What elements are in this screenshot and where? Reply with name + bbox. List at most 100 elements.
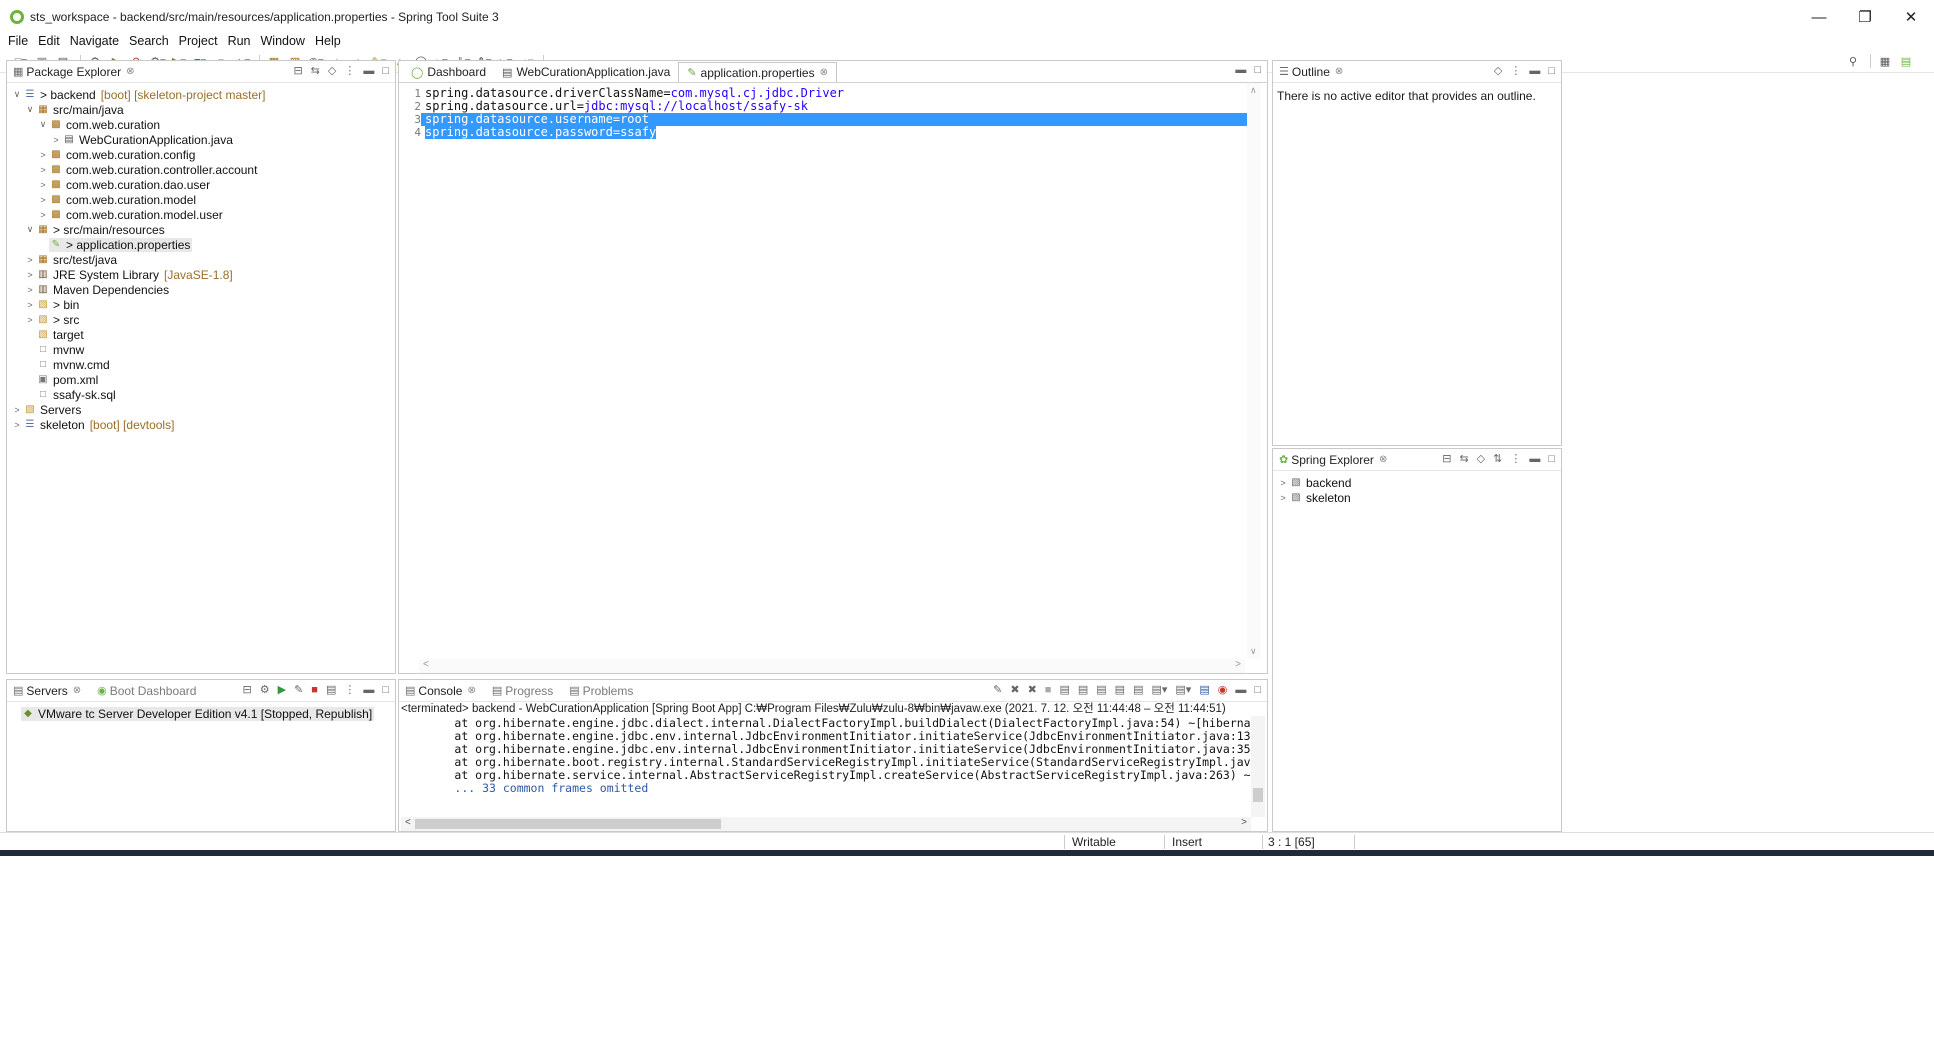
expand-icon[interactable]: >: [24, 285, 36, 295]
scroll-lock-icon[interactable]: ▤: [1078, 683, 1088, 696]
expand-icon[interactable]: >: [37, 150, 49, 160]
spring-perspective-icon[interactable]: ▤: [1897, 54, 1915, 68]
maximize-view-icon[interactable]: □: [382, 684, 389, 696]
tree-item[interactable]: > ▥ JRE System Library [JavaSE-1.8]: [7, 267, 395, 282]
tree-item[interactable]: > ▩ com.web.curation.dao.user: [7, 177, 395, 192]
maximize-view-icon[interactable]: □: [382, 65, 389, 77]
view-menu-icon[interactable]: ⋮: [1510, 452, 1521, 465]
scroll-up-icon[interactable]: ∧: [1250, 85, 1257, 96]
tree-item[interactable]: > ▥ Maven Dependencies: [7, 282, 395, 297]
tree-item[interactable]: > ▦ src/test/java: [7, 252, 395, 267]
tab-console[interactable]: ▤ Console ⊗: [405, 684, 476, 698]
tree-item[interactable]: ∨ ▩ com.web.curation: [7, 117, 395, 132]
sort-icon[interactable]: ⇅: [1493, 452, 1502, 465]
collapse-all-icon[interactable]: ⊟: [293, 64, 302, 77]
tree-item[interactable]: > ☰ skeleton [boot] [devtools]: [7, 417, 395, 432]
scroll-down-icon[interactable]: ∨: [1250, 646, 1257, 657]
tab-webcuration-java[interactable]: ▤ WebCurationApplication.java: [494, 62, 678, 82]
maximize-view-icon[interactable]: □: [1548, 65, 1555, 77]
tree-item[interactable]: > ▩ com.web.curation.model.user: [7, 207, 395, 222]
editor-vertical-scrollbar[interactable]: ∧ ∨: [1247, 83, 1261, 659]
debug-server-icon[interactable]: ⚙: [260, 683, 270, 696]
spring-item-skeleton[interactable]: > ▧ skeleton: [1273, 490, 1561, 505]
show-on-output-icon[interactable]: ▤: [1115, 683, 1125, 696]
view-menu-icon[interactable]: ⋮: [344, 683, 355, 696]
open-perspective-icon[interactable]: ▦: [1876, 54, 1894, 68]
minimize-view-icon[interactable]: ▬: [1235, 684, 1246, 696]
expand-icon[interactable]: >: [24, 300, 36, 310]
close-icon[interactable]: ⊗: [126, 66, 134, 77]
menu-edit[interactable]: Edit: [38, 34, 60, 48]
tab-dashboard[interactable]: ◯ Dashboard: [403, 62, 494, 82]
close-button[interactable]: ✕: [1888, 0, 1934, 34]
tree-item[interactable]: > ▤ WebCurationApplication.java: [7, 132, 395, 147]
profile-server-icon[interactable]: ✎: [294, 683, 303, 696]
collapse-icon[interactable]: ⊟: [243, 683, 252, 696]
minimize-view-icon[interactable]: ▬: [1235, 64, 1246, 76]
tab-boot-dashboard[interactable]: ◉ Boot Dashboard: [97, 684, 196, 698]
server-row[interactable]: ◆ VMware tc Server Developer Edition v4.…: [7, 706, 395, 721]
minimize-view-icon[interactable]: ▬: [363, 684, 374, 696]
code-area[interactable]: 1 spring.datasource.driverClassName= com.…: [409, 87, 1247, 139]
tree-item[interactable]: > ▩ com.web.curation.config: [7, 147, 395, 162]
link-editor-icon[interactable]: ⇆: [1459, 452, 1468, 465]
expand-icon[interactable]: >: [1277, 493, 1289, 503]
collapse-icon[interactable]: ∨: [24, 104, 36, 115]
expand-icon[interactable]: >: [1277, 478, 1289, 488]
expand-icon[interactable]: >: [37, 195, 49, 205]
close-icon[interactable]: ⊗: [73, 685, 81, 696]
view-menu-icon[interactable]: ⋮: [1510, 64, 1521, 77]
remove-launch-icon[interactable]: ✖: [1010, 683, 1019, 696]
tree-item[interactable]: □ mvnw.cmd: [7, 357, 395, 372]
expand-icon[interactable]: >: [37, 180, 49, 190]
tree-item[interactable]: □ mvnw: [7, 342, 395, 357]
minimize-button[interactable]: —: [1796, 0, 1842, 34]
expand-icon[interactable]: >: [24, 270, 36, 280]
menu-help[interactable]: Help: [315, 34, 341, 48]
tree-item[interactable]: ▣ pom.xml: [7, 372, 395, 387]
expand-icon[interactable]: >: [24, 255, 36, 265]
publish-icon[interactable]: ▤: [326, 683, 336, 696]
expand-icon[interactable]: >: [37, 210, 49, 220]
scroll-left-icon[interactable]: <: [405, 817, 411, 828]
close-icon[interactable]: ⊗: [1379, 454, 1387, 465]
menu-file[interactable]: File: [8, 34, 28, 48]
tree-item[interactable]: > ▧ > src: [7, 312, 395, 327]
console-hscroll-thumb[interactable]: [415, 819, 721, 829]
tree-item[interactable]: ✎ > application.properties: [7, 237, 395, 252]
console-horizontal-scrollbar[interactable]: < >: [401, 817, 1251, 831]
tree-item[interactable]: ∨ ▦ src/main/java: [7, 102, 395, 117]
view-menu-icon[interactable]: ⋮: [344, 64, 355, 77]
debug-console-icon[interactable]: ▤: [1199, 683, 1209, 696]
expand-icon[interactable]: >: [24, 315, 36, 325]
tab-application-properties[interactable]: ✎ application.properties ⊗: [678, 62, 837, 82]
tree-item[interactable]: > ▧ > bin: [7, 297, 395, 312]
tree-item[interactable]: ∨ ☰ > backend [boot] [skeleton-project mast…: [7, 87, 395, 102]
minimize-view-icon[interactable]: ▬: [1529, 453, 1540, 465]
minimize-view-icon[interactable]: ▬: [1529, 65, 1540, 77]
tab-package-explorer[interactable]: ▦ Package Explorer ⊗: [13, 65, 135, 79]
maximize-view-icon[interactable]: □: [1548, 453, 1555, 465]
quick-access-search-icon[interactable]: ⚲: [1844, 54, 1862, 68]
tree-item[interactable]: ∨ ▦ > src/main/resources: [7, 222, 395, 237]
close-icon[interactable]: ⊗: [1335, 66, 1343, 77]
remove-all-icon[interactable]: ✖: [1028, 683, 1037, 696]
tree-item[interactable]: > ▩ com.web.curation.controller.account: [7, 162, 395, 177]
minimize-view-icon[interactable]: ▬: [363, 65, 374, 77]
show-on-error-icon[interactable]: ▤: [1133, 683, 1143, 696]
scroll-right-icon[interactable]: >: [1241, 817, 1247, 828]
terminate-icon[interactable]: ■: [1045, 684, 1052, 696]
filter-icon[interactable]: ◇: [1477, 452, 1485, 465]
console-vscroll-thumb[interactable]: [1253, 788, 1263, 802]
menu-window[interactable]: Window: [261, 34, 305, 48]
start-server-icon[interactable]: ▶: [278, 683, 286, 696]
close-icon[interactable]: ⊗: [467, 685, 475, 696]
scroll-left-icon[interactable]: <: [423, 659, 429, 670]
clear-console-icon[interactable]: ▤: [1059, 683, 1069, 696]
expand-icon[interactable]: >: [11, 405, 23, 415]
collapse-all-icon[interactable]: ⊟: [1442, 452, 1451, 465]
stop-server-icon[interactable]: ■: [311, 684, 318, 696]
tree-item[interactable]: > ▧ Servers: [7, 402, 395, 417]
tab-servers[interactable]: ▤ Servers ⊗: [13, 684, 81, 698]
spring-item-backend[interactable]: > ▧ backend: [1273, 475, 1561, 490]
